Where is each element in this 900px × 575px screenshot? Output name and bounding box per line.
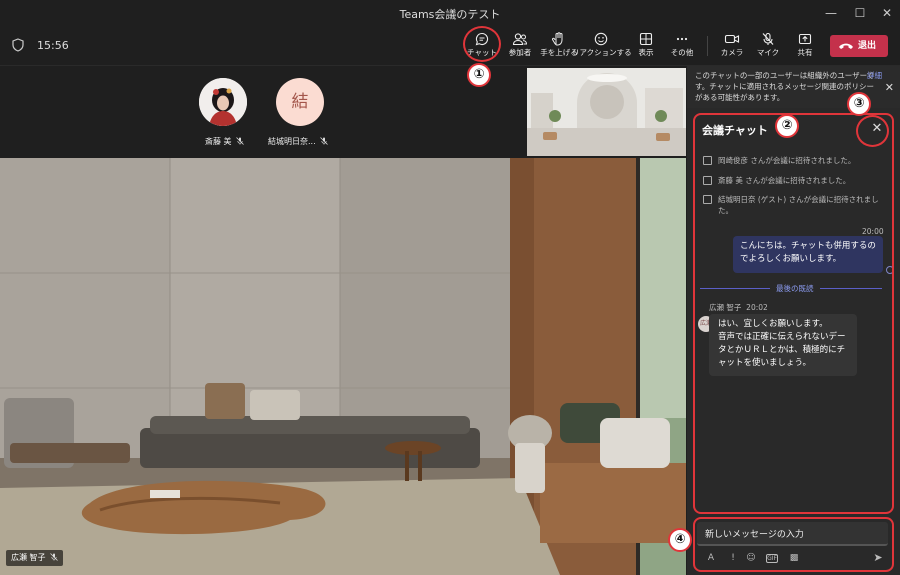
share-icon — [798, 33, 812, 45]
main-video[interactable] — [0, 158, 686, 575]
avatar[interactable] — [199, 78, 247, 126]
mic-off-icon — [319, 137, 328, 145]
title-bar: Teams会議のテスト — ☐ ✕ — [0, 0, 900, 26]
meeting-clock: 15:56 — [37, 39, 69, 52]
participant-name: 斎藤 美 — [205, 136, 244, 147]
close-banner-icon[interactable]: ✕ — [885, 82, 894, 93]
banner-details-link[interactable]: 詳細 — [867, 70, 882, 81]
main-video-nameplate: 広瀬 智子 — [6, 550, 63, 566]
window-title: Teams会議のテスト — [399, 8, 501, 21]
more-button[interactable]: その他 — [661, 30, 703, 64]
annotation-number: ① — [467, 63, 491, 87]
leave-button-label: 退出 — [858, 41, 877, 51]
meeting-toolbar: 15:56 チャット 参加者 手を上げる リアクションする 表示 その他 カメラ… — [0, 26, 900, 66]
self-video-preview[interactable] — [527, 68, 686, 156]
participants-button[interactable]: 参加者 — [499, 30, 541, 64]
avatar[interactable]: 結 — [276, 78, 324, 126]
annotation-frame-compose — [693, 517, 894, 572]
camera-icon — [724, 34, 740, 44]
annotation-ring-close — [856, 115, 889, 147]
mic-button[interactable]: マイク — [747, 30, 789, 64]
mic-button-label: マイク — [756, 48, 780, 57]
participant-name: 結城明日奈... — [268, 136, 328, 147]
hang-up-icon — [839, 43, 853, 49]
people-icon — [512, 33, 528, 46]
mic-off-icon — [235, 137, 244, 145]
more-icon — [676, 37, 688, 41]
annotation-number: ④ — [668, 528, 692, 552]
participants-button-label: 参加者 — [508, 48, 532, 57]
minimize-icon[interactable]: — — [822, 4, 840, 22]
annotation-number: ③ — [847, 92, 871, 116]
mic-off-icon — [762, 32, 774, 45]
annotation-frame-chat — [693, 113, 894, 514]
share-button-label: 共有 — [797, 48, 813, 57]
reaction-button-label: リアクションする — [572, 48, 632, 57]
share-button[interactable]: 共有 — [784, 30, 826, 64]
view-icon — [639, 32, 653, 46]
main-video-image — [0, 158, 686, 575]
mic-off-icon — [49, 553, 58, 561]
maximize-icon[interactable]: ☐ — [851, 4, 869, 22]
raise-hand-icon — [552, 32, 563, 46]
shield-icon — [12, 38, 24, 52]
reaction-button[interactable]: リアクションする — [572, 30, 632, 64]
annotation-number: ② — [775, 114, 799, 138]
annotation-ring-chat — [463, 26, 501, 62]
self-video-image — [527, 68, 686, 156]
banner-text: このチャットの一部のユーザーは組織外のユーザーです。チャットに適用されるメッセー… — [695, 71, 875, 102]
leave-button[interactable]: 退出 — [830, 35, 888, 57]
toolbar-divider — [707, 36, 708, 56]
close-window-icon[interactable]: ✕ — [878, 4, 896, 22]
more-button-label: その他 — [670, 48, 694, 57]
participant-photo — [199, 78, 247, 126]
reaction-icon — [594, 32, 608, 46]
